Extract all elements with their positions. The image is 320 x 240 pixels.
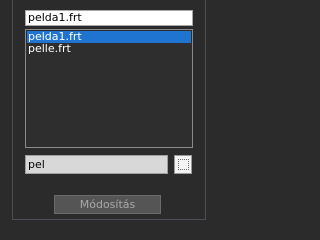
pick-button[interactable] xyxy=(174,155,192,174)
list-item[interactable]: pelle.frt xyxy=(27,43,191,55)
modify-button[interactable]: Módosítás xyxy=(54,195,161,214)
file-list[interactable]: pelda1.frt pelle.frt xyxy=(25,29,193,148)
filter-field[interactable]: pel xyxy=(25,155,168,174)
dotted-square-icon xyxy=(178,159,189,170)
file-name-field[interactable]: pelda1.frt xyxy=(25,10,193,26)
